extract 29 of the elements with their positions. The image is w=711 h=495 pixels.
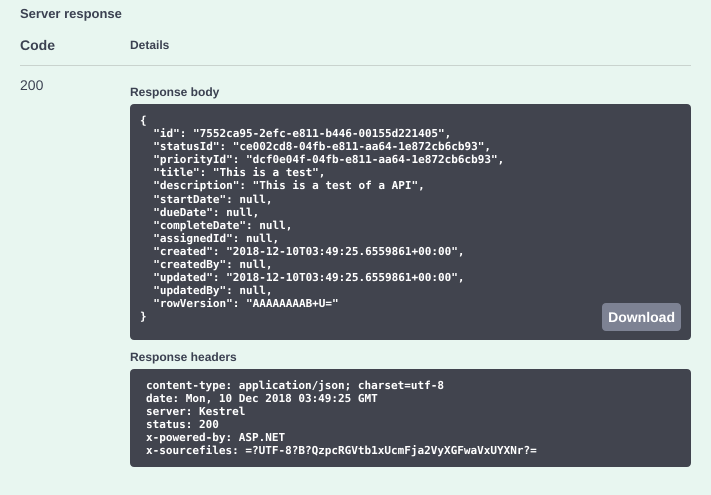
- section-title: Server response: [20, 6, 123, 21]
- code-line: "dueDate": null,: [152, 206, 260, 219]
- code-line: "completeDate": null,: [152, 218, 292, 232]
- header-line: content-type: application/json; charset=utf-8: [146, 378, 444, 392]
- header-line: date: Mon, 10 Dec 2018 03:49:25 GMT: [146, 392, 378, 405]
- response-headers-label: Response headers: [130, 350, 238, 364]
- code-line: "createdBy": null,: [152, 258, 272, 272]
- header-line: status: 200: [146, 418, 219, 431]
- code-line: "rowVersion": "AAAAAAAAB+U=": [152, 297, 339, 310]
- code-line: "title": "This is a test",: [152, 166, 326, 180]
- code-line: "updatedBy": null,: [152, 284, 272, 298]
- code-line: }: [140, 310, 147, 324]
- code-line: "id": "7552ca95-2efc-e811-b446-00155d221405",: [152, 127, 452, 140]
- column-header: Code: [20, 37, 56, 53]
- code-line: "assignedId": null,: [152, 232, 280, 245]
- code-line: {: [140, 114, 147, 128]
- header-line: x-powered-by: ASP.NET: [146, 430, 286, 444]
- header-line: server: Kestrel: [146, 404, 246, 418]
- download-button[interactable]: Download: [602, 302, 681, 330]
- code-line: "startDate": null,: [152, 192, 272, 206]
- code-line: "created": "2018-12-10T03:49:25.6559861+00:00",: [152, 244, 465, 258]
- code-line: "updated": "2018-12-10T03:49:25.6559861+00:00",: [152, 271, 465, 284]
- code-line: "description": "This is a test of a API",: [152, 179, 425, 193]
- code-line: "priorityId": "dcf0e04f-04fb-e811-aa64-1e872cb6cb93",: [152, 153, 504, 166]
- column-header: Details: [130, 38, 170, 52]
- response-body-label: Response body: [130, 85, 220, 99]
- header-line: x-sourcefiles: =?UTF-8?B?QzpcRGVtb1xUcmFja2VyXGFwaVxUYXNr?=: [146, 444, 537, 458]
- status-code: 200: [20, 77, 44, 95]
- code-line: "statusId": "ce002cd8-04fb-e811-aa64-1e872cb6cb93",: [152, 140, 491, 154]
